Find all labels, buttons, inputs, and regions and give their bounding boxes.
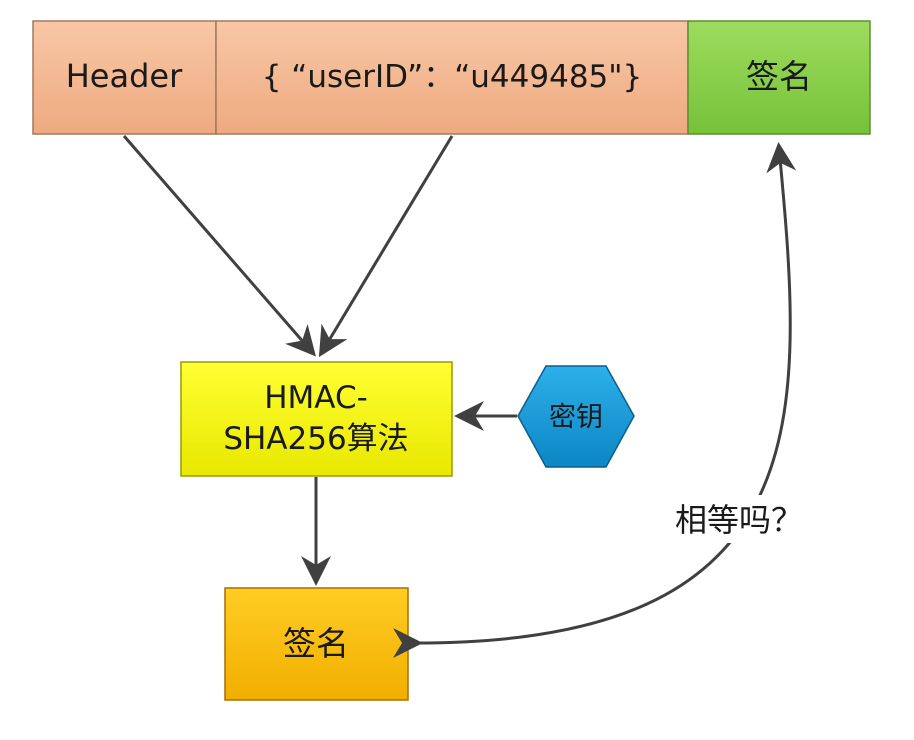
secret-key-node: 密钥: [517, 365, 635, 468]
token-bar: Header { “userID”：“u449485"} 签名: [32, 20, 871, 135]
token-payload-label: { “userID”：“u449485"}: [262, 59, 643, 95]
token-signature-label: 签名: [746, 57, 812, 96]
secret-key-label: 密钥: [549, 402, 603, 433]
jwt-verification-diagram: Header { “userID”：“u449485"} 签名 HMAC- SH…: [32, 20, 871, 701]
computed-signature-label: 签名: [283, 624, 349, 663]
compare-label: 相等吗？: [675, 501, 803, 539]
arrow-header-to-algorithm: [122, 135, 316, 357]
computed-signature-node: 签名: [224, 587, 409, 701]
algorithm-label-line1: HMAC-: [264, 380, 368, 416]
arrow-payload-to-algorithm: [318, 135, 454, 358]
algorithm-node: HMAC- SHA256算法: [180, 361, 453, 477]
token-header-label: Header: [66, 57, 183, 95]
algorithm-label-line2: SHA256算法: [223, 421, 408, 457]
